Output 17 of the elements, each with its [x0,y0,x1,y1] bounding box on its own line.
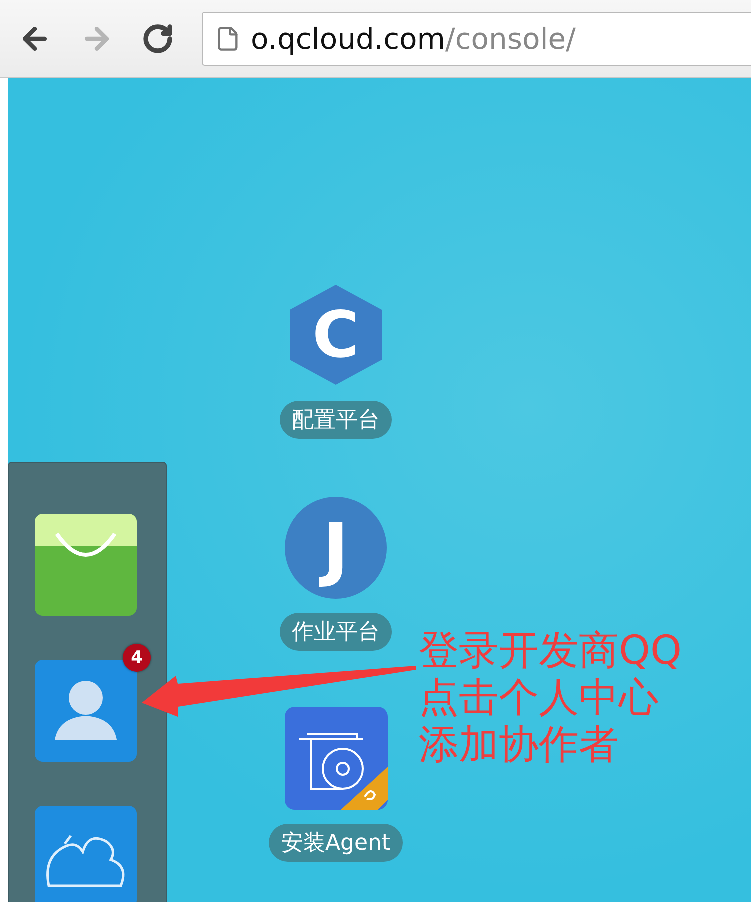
dock-item[interactable] [35,806,137,902]
annotation-text: 登录开发商QQ [419,628,682,675]
cloud-icon [35,806,137,902]
app-label[interactable]: 安装Agent [269,824,403,862]
app-label[interactable]: 作业平台 [280,613,392,651]
notification-badge: 4 [123,644,151,672]
dock-item[interactable] [35,514,137,616]
shopping-bag-icon [35,514,137,616]
annotation-text: 添加协作者 [419,722,620,769]
disc-box-icon[interactable] [284,707,388,810]
app-label[interactable]: 配置平台 [280,401,392,439]
address-bar[interactable]: o.qcloud.com/console/ [202,12,751,66]
url-text: o.qcloud.com/console/ [251,22,576,56]
circle-logo-icon[interactable]: J [285,497,387,599]
hexagon-logo-icon[interactable]: C [288,283,384,387]
annotation-text: 点击个人中心 [419,675,660,722]
reload-button[interactable] [142,22,174,54]
